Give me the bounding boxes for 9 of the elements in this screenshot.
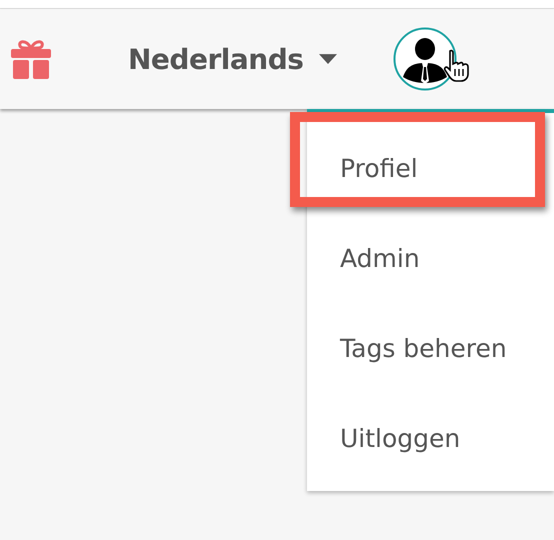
menu-item[interactable]: Admin xyxy=(307,213,554,303)
language-dropdown[interactable]: Nederlands xyxy=(128,42,338,76)
caret-icon xyxy=(319,54,338,64)
hand-cursor-icon xyxy=(443,49,472,83)
menu-item[interactable]: Uitloggen xyxy=(307,393,554,483)
menu-item[interactable]: Profiel xyxy=(307,123,554,213)
gift-icon[interactable] xyxy=(10,39,52,79)
menu-item[interactable]: Tags beheren xyxy=(307,303,554,393)
user-avatar-icon[interactable] xyxy=(393,27,458,91)
